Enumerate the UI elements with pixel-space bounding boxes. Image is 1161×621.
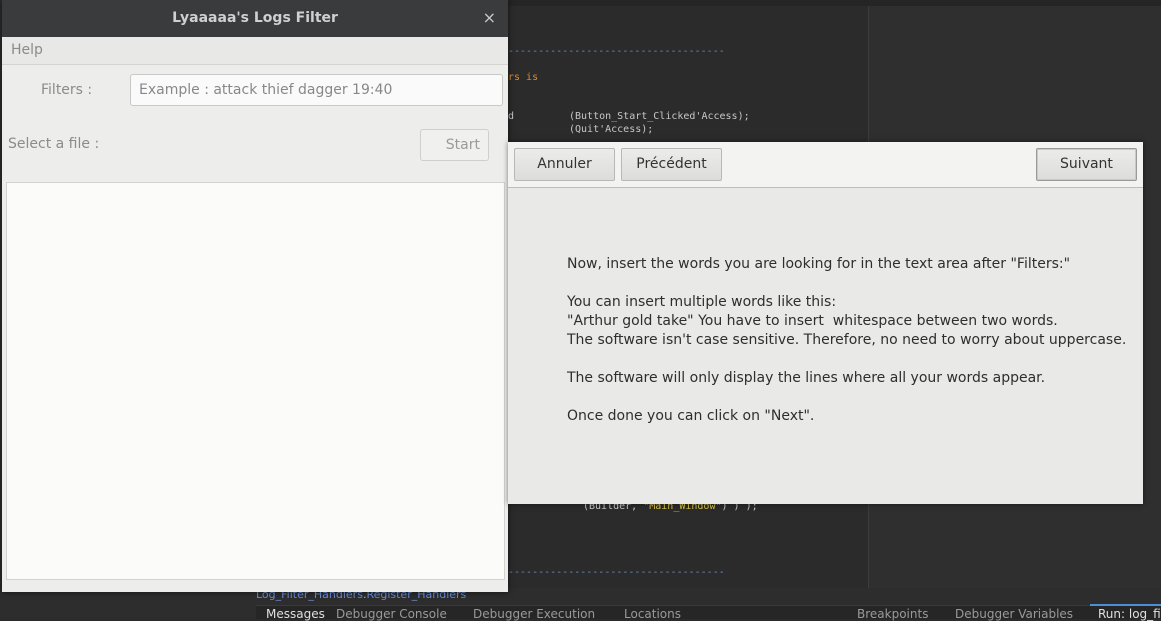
- previous-button[interactable]: Précédent: [621, 148, 722, 181]
- tab-run-log-filter[interactable]: Run: log_fi: [1098, 607, 1161, 621]
- code-line-button-start: (Button_Start_Clicked'Access);: [569, 111, 750, 122]
- instruction-line: Once done you can click on "Next".: [567, 408, 815, 424]
- assistant-dialog: Annuler Précédent Suivant Now, insert th…: [508, 142, 1143, 504]
- filters-label: Filters :: [41, 82, 93, 98]
- select-file-label: Select a file :: [8, 136, 100, 152]
- close-icon[interactable]: ×: [483, 8, 496, 27]
- instruction-line: Now, insert the words you are looking fo…: [567, 256, 1071, 272]
- logs-filter-window: Lyaaaaa's Logs Filter × Help Filters : S…: [2, 0, 508, 592]
- instruction-line: "Arthur gold take" You have to insert wh…: [567, 313, 1058, 329]
- window-title: Lyaaaaa's Logs Filter: [172, 10, 338, 26]
- next-button[interactable]: Suivant: [1036, 148, 1137, 181]
- active-tab-indicator: [1090, 604, 1161, 606]
- cancel-button[interactable]: Annuler: [514, 148, 615, 181]
- tab-messages[interactable]: Messages: [266, 607, 325, 621]
- instruction-line: The software isn't case sensitive. There…: [567, 332, 1127, 348]
- tab-locations[interactable]: Locations: [624, 607, 681, 621]
- tab-debugger-variables[interactable]: Debugger Variables: [955, 607, 1073, 621]
- assistant-button-bar: Annuler Précédent Suivant: [508, 142, 1143, 188]
- filters-input[interactable]: [130, 74, 503, 106]
- instruction-line: The software will only display the lines…: [567, 370, 1046, 386]
- results-text-area[interactable]: [6, 182, 505, 580]
- tab-debugger-console[interactable]: Debugger Console: [336, 607, 447, 621]
- code-line-d: d: [508, 111, 515, 122]
- assistant-instructions: Now, insert the words you are looking fo…: [567, 255, 1127, 426]
- start-button[interactable]: Start: [420, 129, 489, 161]
- code-line-separator: ------------------------------------: [508, 46, 725, 57]
- code-line-quit: (Quit'Access);: [569, 124, 654, 135]
- code-line-separator-bottom: ------------------------------------: [508, 567, 725, 578]
- window-titlebar[interactable]: Lyaaaaa's Logs Filter ×: [2, 0, 508, 37]
- menubar: Help: [2, 37, 508, 65]
- instruction-line: You can insert multiple words like this:: [567, 294, 837, 310]
- tab-debugger-execution[interactable]: Debugger Execution: [473, 607, 595, 621]
- menu-help[interactable]: Help: [11, 42, 43, 58]
- ide-left-strip: [0, 588, 256, 618]
- code-line-rs-is: rs is: [508, 72, 539, 83]
- tab-breakpoints[interactable]: Breakpoints: [857, 607, 928, 621]
